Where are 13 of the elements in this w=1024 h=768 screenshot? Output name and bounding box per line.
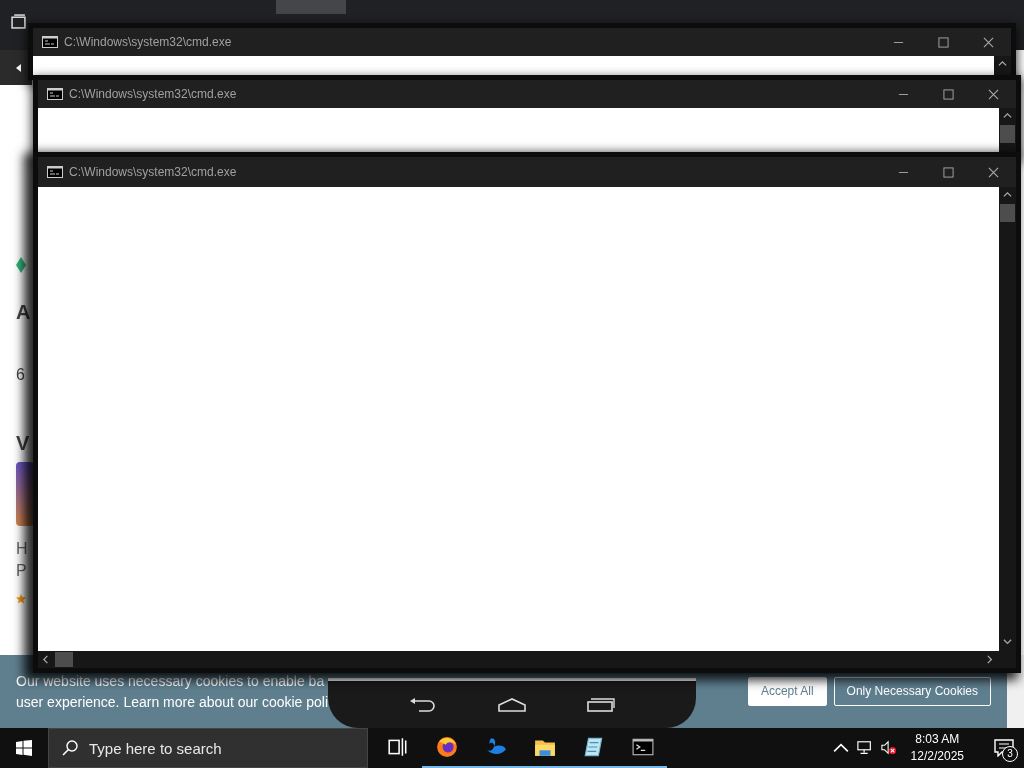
accept-all-button[interactable]: Accept All: [747, 676, 827, 706]
text-fragment: H: [16, 540, 28, 558]
clock-date[interactable]: 12/2/2025: [910, 748, 964, 765]
text-fragment: 6: [16, 366, 25, 384]
window-title: C:\Windows\system32\cmd.exe: [64, 35, 233, 49]
search-field[interactable]: Type here to search: [48, 728, 368, 768]
window-title: C:\Windows\system32\cmd.exe: [69, 165, 238, 179]
cookie-message: user experience. Learn more about our cookie poli: [16, 693, 329, 711]
clock-time[interactable]: 8:03 AM: [915, 731, 960, 748]
cookie-message: Our website uses necessary cookies to enable ba: [16, 672, 325, 690]
necessary-cookies-button[interactable]: Only Necessary Cookies: [833, 676, 991, 706]
notification-count: 3: [1002, 746, 1018, 762]
window-title: C:\Windows\system32\cmd.exe: [69, 87, 238, 101]
